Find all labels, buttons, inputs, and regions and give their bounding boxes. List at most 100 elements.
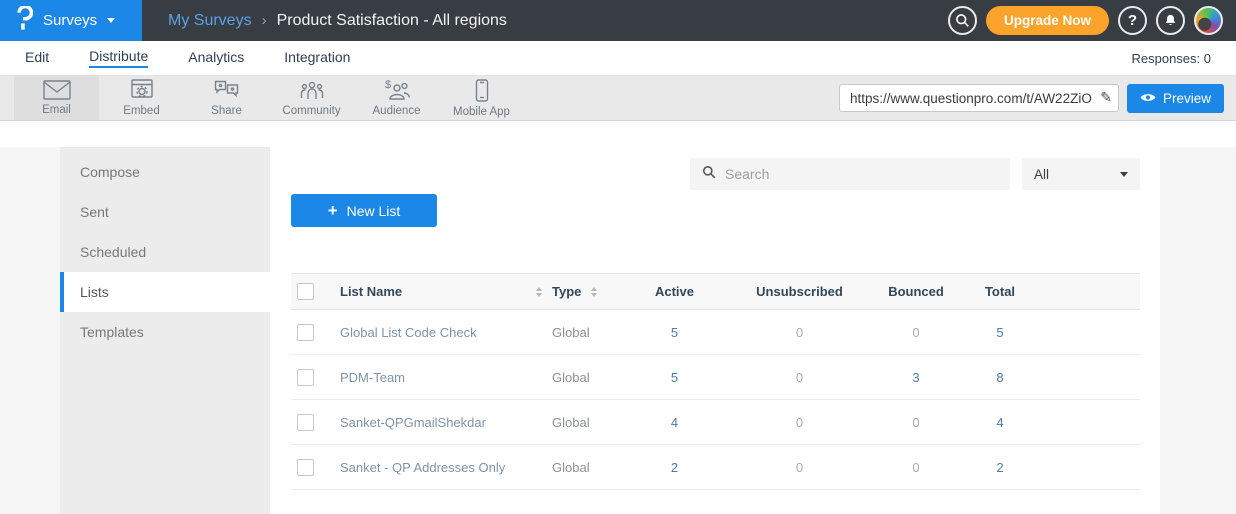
share-icon	[214, 80, 239, 104]
search-input[interactable]	[725, 166, 998, 182]
active-count[interactable]: 5	[671, 325, 678, 340]
new-list-button-label: New List	[347, 203, 401, 219]
envelope-icon	[43, 80, 71, 103]
bounced-count[interactable]: 3	[912, 370, 919, 385]
chevron-down-icon	[1120, 172, 1128, 177]
column-header-active[interactable]: Active	[627, 284, 722, 299]
preview-button[interactable]: Preview	[1127, 84, 1224, 113]
search-icon	[702, 165, 716, 184]
search-icon[interactable]	[948, 6, 977, 35]
avatar[interactable]	[1194, 6, 1223, 35]
distribute-toolbar: Email Embed Share Community $ Audience M…	[0, 76, 1236, 121]
total-count[interactable]: 4	[996, 415, 1003, 430]
column-header-bounced[interactable]: Bounced	[877, 284, 955, 299]
sidebar-item-templates[interactable]: Templates	[60, 312, 270, 352]
page-title: Product Satisfaction - All regions	[277, 12, 507, 30]
breadcrumb: My Surveys › Product Satisfaction - All …	[168, 12, 507, 30]
table-row: Sanket-QPGmailShekdar Global 4 0 0 4	[291, 400, 1140, 445]
bounced-count[interactable]: 0	[912, 460, 919, 475]
sort-icon[interactable]	[591, 287, 597, 297]
edit-url-pencil-icon[interactable]: ✎	[1100, 89, 1112, 106]
email-sidebar: Compose Sent Scheduled Lists Templates	[60, 147, 270, 514]
toolbar-item-community[interactable]: Community	[269, 76, 354, 120]
help-icon[interactable]: ?	[1118, 6, 1147, 35]
bounced-count[interactable]: 0	[912, 415, 919, 430]
toolbar-item-share[interactable]: Share	[184, 76, 269, 120]
column-header-total[interactable]: Total	[955, 284, 1045, 299]
new-list-button[interactable]: + New List	[291, 194, 437, 227]
active-count[interactable]: 4	[671, 415, 678, 430]
sidebar-item-compose[interactable]: Compose	[60, 152, 270, 192]
column-header-list-name[interactable]: List Name	[340, 284, 402, 299]
active-count[interactable]: 2	[671, 460, 678, 475]
svg-text:$: $	[385, 79, 391, 91]
column-header-unsubscribed[interactable]: Unsubscribed	[722, 284, 877, 299]
toolbar-item-audience[interactable]: $ Audience	[354, 76, 439, 120]
toolbar-right: ✎ Preview	[839, 76, 1236, 120]
content-spacer	[0, 121, 1236, 147]
bell-icon[interactable]	[1156, 6, 1185, 35]
unsubscribed-count[interactable]: 0	[796, 415, 803, 430]
toolbar-item-label: Mobile App	[453, 106, 510, 118]
table-row: Global List Code Check Global 5 0 0 5	[291, 310, 1140, 355]
list-name-link[interactable]: Sanket-QPGmailShekdar	[340, 415, 486, 430]
filter-value: All	[1034, 167, 1049, 182]
tab-analytics[interactable]: Analytics	[188, 49, 244, 67]
list-name-link[interactable]: Global List Code Check	[340, 325, 477, 340]
list-type-value: Global	[552, 460, 590, 475]
toolbar-item-label: Audience	[373, 105, 421, 117]
tab-integration[interactable]: Integration	[284, 49, 350, 67]
total-count[interactable]: 5	[996, 325, 1003, 340]
total-count[interactable]: 2	[996, 460, 1003, 475]
bounced-count[interactable]: 0	[912, 325, 919, 340]
toolbar-item-mobile-app[interactable]: Mobile App	[439, 76, 524, 120]
active-count[interactable]: 5	[671, 370, 678, 385]
row-checkbox[interactable]	[297, 414, 314, 431]
search-box	[690, 158, 1010, 190]
list-type-value: Global	[552, 415, 590, 430]
survey-url-wrap: ✎	[839, 84, 1119, 112]
toolbar-item-embed[interactable]: Embed	[99, 76, 184, 120]
survey-url-input[interactable]	[839, 84, 1119, 112]
plus-icon: +	[328, 201, 338, 221]
sidebar-item-label: Templates	[80, 324, 144, 340]
preview-button-label: Preview	[1163, 91, 1211, 106]
upgrade-now-button[interactable]: Upgrade Now	[986, 6, 1109, 35]
total-count[interactable]: 8	[996, 370, 1003, 385]
table-row: Sanket - QP Addresses Only Global 2 0 0 …	[291, 445, 1140, 490]
column-header-type[interactable]: Type	[552, 284, 581, 299]
unsubscribed-count[interactable]: 0	[796, 370, 803, 385]
list-type-value: Global	[552, 370, 590, 385]
sidebar-item-label: Compose	[80, 164, 140, 180]
unsubscribed-count[interactable]: 0	[796, 460, 803, 475]
row-checkbox[interactable]	[297, 369, 314, 386]
product-menu-label: Surveys	[43, 12, 97, 29]
product-menu[interactable]: Surveys	[0, 0, 142, 41]
row-checkbox[interactable]	[297, 459, 314, 476]
sidebar-item-lists[interactable]: Lists	[60, 272, 270, 312]
table-body: Global List Code Check Global 5 0 0 5 PD…	[291, 310, 1140, 490]
lists-panel: All + New List List Name Type Active Uns	[270, 147, 1160, 514]
community-icon	[299, 79, 325, 104]
select-all-checkbox[interactable]	[297, 283, 314, 300]
toolbar-item-label: Community	[282, 105, 340, 117]
row-checkbox[interactable]	[297, 324, 314, 341]
list-type-filter-dropdown[interactable]: All	[1022, 158, 1140, 190]
responses-count[interactable]: Responses: 0	[1132, 51, 1212, 66]
toolbar-item-label: Share	[211, 105, 242, 117]
tab-edit[interactable]: Edit	[25, 49, 49, 67]
toolbar-item-email[interactable]: Email	[14, 76, 99, 120]
sidebar-item-scheduled[interactable]: Scheduled	[60, 232, 270, 272]
sidebar-item-sent[interactable]: Sent	[60, 192, 270, 232]
list-name-link[interactable]: Sanket - QP Addresses Only	[340, 460, 505, 475]
list-filter-row: All	[291, 158, 1140, 190]
sidebar-item-label: Scheduled	[80, 244, 146, 260]
lists-table: List Name Type Active Unsubscribed Bounc…	[291, 273, 1140, 490]
breadcrumb-my-surveys[interactable]: My Surveys	[168, 12, 252, 30]
list-type-value: Global	[552, 325, 590, 340]
unsubscribed-count[interactable]: 0	[796, 325, 803, 340]
toolbar-item-label: Embed	[123, 105, 159, 117]
list-name-link[interactable]: PDM-Team	[340, 370, 405, 385]
sort-icon[interactable]	[536, 287, 542, 297]
tab-distribute[interactable]: Distribute	[89, 48, 148, 68]
